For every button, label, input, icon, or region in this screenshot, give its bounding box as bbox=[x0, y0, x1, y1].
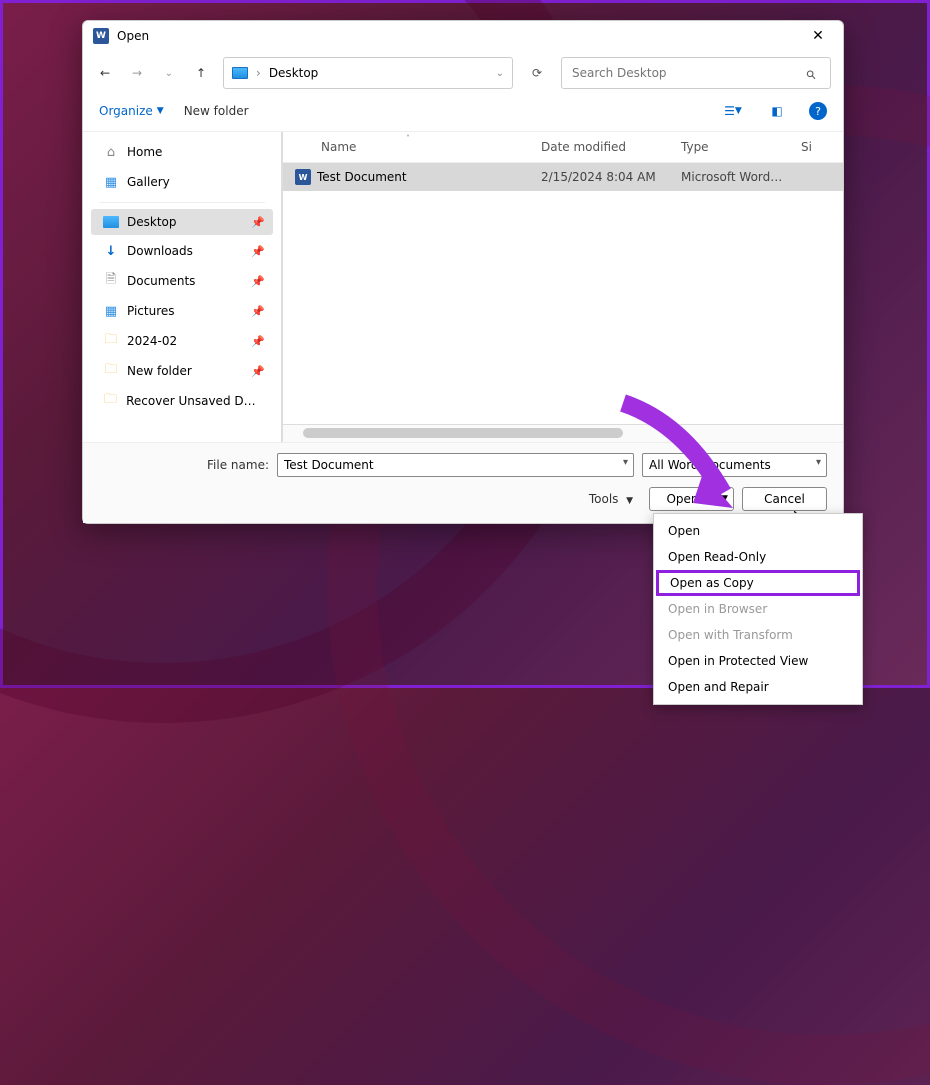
file-list[interactable]: W Test Document 2/15/2024 8:04 AM Microso… bbox=[283, 163, 843, 424]
toolbar: Organize ▼ New folder ☰ ▼ ◧ ? bbox=[83, 95, 843, 132]
menu-item-open-browser: Open in Browser bbox=[654, 596, 862, 622]
sidebar-label: Gallery bbox=[127, 175, 170, 189]
sidebar-label: New folder bbox=[127, 364, 192, 378]
filename-input[interactable] bbox=[277, 453, 634, 477]
menu-item-open-transform: Open with Transform bbox=[654, 622, 862, 648]
new-folder-button[interactable]: New folder bbox=[184, 104, 249, 118]
column-date[interactable]: Date modified bbox=[533, 136, 673, 158]
up-button[interactable]: ↑ bbox=[191, 63, 211, 83]
sidebar-label: 2024-02 bbox=[127, 334, 177, 348]
open-options-menu: Open Open Read-Only Open as Copy Open in… bbox=[653, 513, 863, 705]
forward-button[interactable]: → bbox=[127, 63, 147, 83]
address-dropdown[interactable]: ⌄ bbox=[496, 68, 504, 79]
sidebar-label: Recover Unsaved Doc... bbox=[126, 394, 261, 408]
titlebar: W Open ✕ bbox=[83, 21, 843, 51]
back-button[interactable]: ← bbox=[95, 63, 115, 83]
sort-asc-icon: ˄ bbox=[406, 134, 410, 143]
pin-icon: 📌 bbox=[251, 365, 265, 378]
word-app-icon: W bbox=[93, 28, 109, 44]
horizontal-scrollbar[interactable] bbox=[283, 424, 843, 442]
folder-icon: 🗀 bbox=[103, 333, 119, 349]
desktop-icon bbox=[232, 67, 248, 79]
search-icon: ⚲ bbox=[803, 63, 823, 83]
document-icon: 🗎 bbox=[103, 273, 119, 289]
organize-button[interactable]: Organize ▼ bbox=[99, 104, 164, 118]
column-size[interactable]: Si bbox=[793, 136, 843, 158]
sidebar-label: Downloads bbox=[127, 244, 193, 258]
breadcrumb-location[interactable]: Desktop bbox=[269, 66, 319, 80]
menu-item-open-as-copy[interactable]: Open as Copy bbox=[656, 570, 860, 596]
breadcrumb-separator: › bbox=[256, 66, 261, 80]
open-dropdown-button[interactable]: ▼ bbox=[715, 494, 733, 504]
pin-icon: 📌 bbox=[251, 275, 265, 288]
word-doc-icon: W bbox=[295, 169, 311, 185]
pin-icon: 📌 bbox=[251, 216, 265, 229]
file-area: ˄Name Date modified Type Si W Test Docume… bbox=[283, 132, 843, 442]
sidebar-label: Documents bbox=[127, 274, 195, 288]
pin-icon: 📌 bbox=[251, 305, 265, 318]
refresh-button[interactable]: ⟳ bbox=[525, 66, 549, 80]
recent-dropdown[interactable]: ⌄ bbox=[159, 63, 179, 83]
desktop-icon bbox=[103, 216, 119, 228]
sidebar-item-gallery[interactable]: ▦ Gallery bbox=[91, 168, 273, 196]
navbar: ← → ⌄ ↑ › Desktop ⌄ ⟳ ⚲ bbox=[83, 51, 843, 95]
sidebar-item-pictures[interactable]: ▦ Pictures 📌 bbox=[91, 297, 273, 325]
sidebar-separator bbox=[99, 202, 265, 203]
sidebar-label: Desktop bbox=[127, 215, 177, 229]
search-box[interactable]: ⚲ bbox=[561, 57, 831, 89]
folder-icon: 🗀 bbox=[103, 363, 119, 379]
close-button[interactable]: ✕ bbox=[803, 26, 833, 46]
file-type-filter[interactable]: All Word Documents bbox=[642, 453, 827, 477]
search-input[interactable] bbox=[572, 66, 798, 80]
file-row[interactable]: W Test Document 2/15/2024 8:04 AM Microso… bbox=[283, 163, 843, 191]
tools-dropdown[interactable]: Tools ▼ bbox=[589, 492, 633, 506]
open-dialog: W Open ✕ ← → ⌄ ↑ › Desktop ⌄ ⟳ ⚲ Organiz… bbox=[82, 20, 844, 524]
column-headers: ˄Name Date modified Type Si bbox=[283, 132, 843, 163]
sidebar-label: Pictures bbox=[127, 304, 175, 318]
open-button[interactable]: Open bbox=[650, 492, 715, 506]
sidebar-item-new-folder[interactable]: 🗀 New folder 📌 bbox=[91, 357, 273, 385]
menu-item-open-repair[interactable]: Open and Repair bbox=[654, 674, 862, 700]
sidebar-item-home[interactable]: ⌂ Home bbox=[91, 138, 273, 166]
file-name: Test Document bbox=[317, 170, 407, 184]
column-type[interactable]: Type bbox=[673, 136, 793, 158]
view-list-icon[interactable]: ☰ ▼ bbox=[721, 99, 745, 123]
help-icon[interactable]: ? bbox=[809, 102, 827, 120]
body-area: ⌂ Home ▦ Gallery Desktop 📌 ↓ Downloads 📌 🗎 Doc… bbox=[83, 132, 843, 442]
filename-input-wrapper bbox=[277, 453, 634, 477]
folder-icon: 🗀 bbox=[103, 393, 118, 409]
sidebar-item-documents[interactable]: 🗎 Documents 📌 bbox=[91, 267, 273, 295]
dialog-title: Open bbox=[117, 29, 803, 43]
cancel-button[interactable]: Cancel bbox=[742, 487, 827, 511]
open-split-button[interactable]: Open ▼ bbox=[649, 487, 734, 511]
file-type: Microsoft Word D... bbox=[673, 168, 793, 186]
sidebar-item-folder-2024-02[interactable]: 🗀 2024-02 📌 bbox=[91, 327, 273, 355]
gallery-icon: ▦ bbox=[103, 174, 119, 190]
filter-select[interactable]: All Word Documents bbox=[642, 453, 827, 477]
menu-item-open[interactable]: Open bbox=[654, 518, 862, 544]
sidebar: ⌂ Home ▦ Gallery Desktop 📌 ↓ Downloads 📌 🗎 Doc… bbox=[83, 132, 283, 442]
download-icon: ↓ bbox=[103, 243, 119, 259]
sidebar-item-desktop[interactable]: Desktop 📌 bbox=[91, 209, 273, 235]
filename-label: File name: bbox=[99, 458, 269, 472]
picture-icon: ▦ bbox=[103, 303, 119, 319]
pin-icon: 📌 bbox=[251, 245, 265, 258]
footer: File name: All Word Documents Tools ▼ Op… bbox=[83, 442, 843, 523]
pin-icon: 📌 bbox=[251, 335, 265, 348]
home-icon: ⌂ bbox=[103, 144, 119, 160]
menu-item-open-readonly[interactable]: Open Read-Only bbox=[654, 544, 862, 570]
sidebar-item-recover[interactable]: 🗀 Recover Unsaved Doc... bbox=[91, 387, 273, 415]
sidebar-label: Home bbox=[127, 145, 162, 159]
file-date: 2/15/2024 8:04 AM bbox=[533, 168, 673, 186]
menu-item-open-protected[interactable]: Open in Protected View bbox=[654, 648, 862, 674]
preview-pane-icon[interactable]: ◧ bbox=[765, 99, 789, 123]
column-name[interactable]: ˄Name bbox=[283, 136, 533, 158]
address-bar[interactable]: › Desktop ⌄ bbox=[223, 57, 513, 89]
sidebar-item-downloads[interactable]: ↓ Downloads 📌 bbox=[91, 237, 273, 265]
